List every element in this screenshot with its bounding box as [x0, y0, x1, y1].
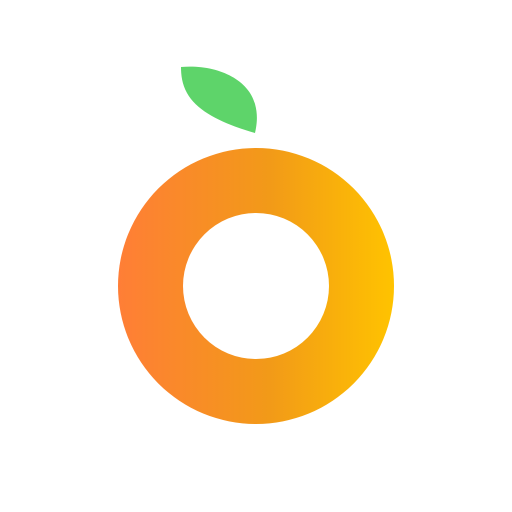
app-icon-canvas	[0, 0, 512, 512]
leaf-icon	[181, 66, 257, 133]
orange-fruit-logo-icon	[118, 66, 394, 424]
orange-hole-icon	[183, 213, 329, 359]
